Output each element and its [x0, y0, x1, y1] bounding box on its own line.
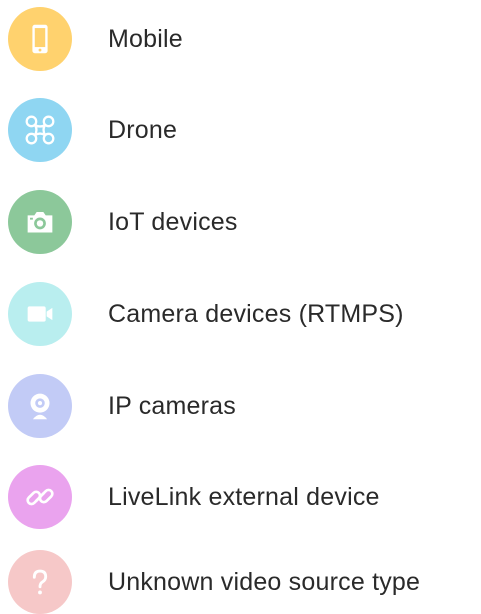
source-type-item-drone[interactable]: Drone	[0, 98, 481, 162]
source-type-item-iot-devices[interactable]: IoT devices	[0, 190, 481, 254]
drone-icon-badge	[8, 98, 72, 162]
source-type-label-iot-devices: IoT devices	[108, 207, 238, 236]
source-type-item-mobile[interactable]: Mobile	[0, 7, 481, 71]
webcam-icon	[21, 387, 59, 425]
source-type-label-mobile: Mobile	[108, 24, 183, 53]
source-type-item-unknown[interactable]: Unknown video source type	[0, 550, 481, 614]
question-mark-icon	[21, 563, 59, 601]
source-type-label-ip-cameras: IP cameras	[108, 391, 236, 420]
video-camera-icon	[21, 295, 59, 333]
livelink-icon-badge	[8, 465, 72, 529]
camera-devices-icon-badge	[8, 282, 72, 346]
source-type-label-unknown: Unknown video source type	[108, 567, 421, 596]
link-icon	[21, 478, 59, 516]
mobile-icon-badge	[8, 7, 72, 71]
source-type-label-camera-devices-rtmps: Camera devices (RTMPS)	[108, 299, 404, 328]
drone-icon	[21, 111, 59, 149]
unknown-icon-badge	[8, 550, 72, 614]
ip-cameras-icon-badge	[8, 374, 72, 438]
source-type-label-drone: Drone	[108, 115, 178, 144]
source-type-item-livelink-external-device[interactable]: LiveLink external device	[0, 465, 481, 529]
iot-icon-badge	[8, 190, 72, 254]
source-type-label-livelink-external-device: LiveLink external device	[108, 482, 380, 511]
mobile-phone-icon	[21, 20, 59, 58]
video-source-type-list: Mobile Drone IoT devices Camera devices …	[0, 0, 481, 614]
source-type-item-camera-devices-rtmps[interactable]: Camera devices (RTMPS)	[0, 282, 481, 346]
camera-icon	[21, 203, 59, 241]
source-type-item-ip-cameras[interactable]: IP cameras	[0, 374, 481, 438]
